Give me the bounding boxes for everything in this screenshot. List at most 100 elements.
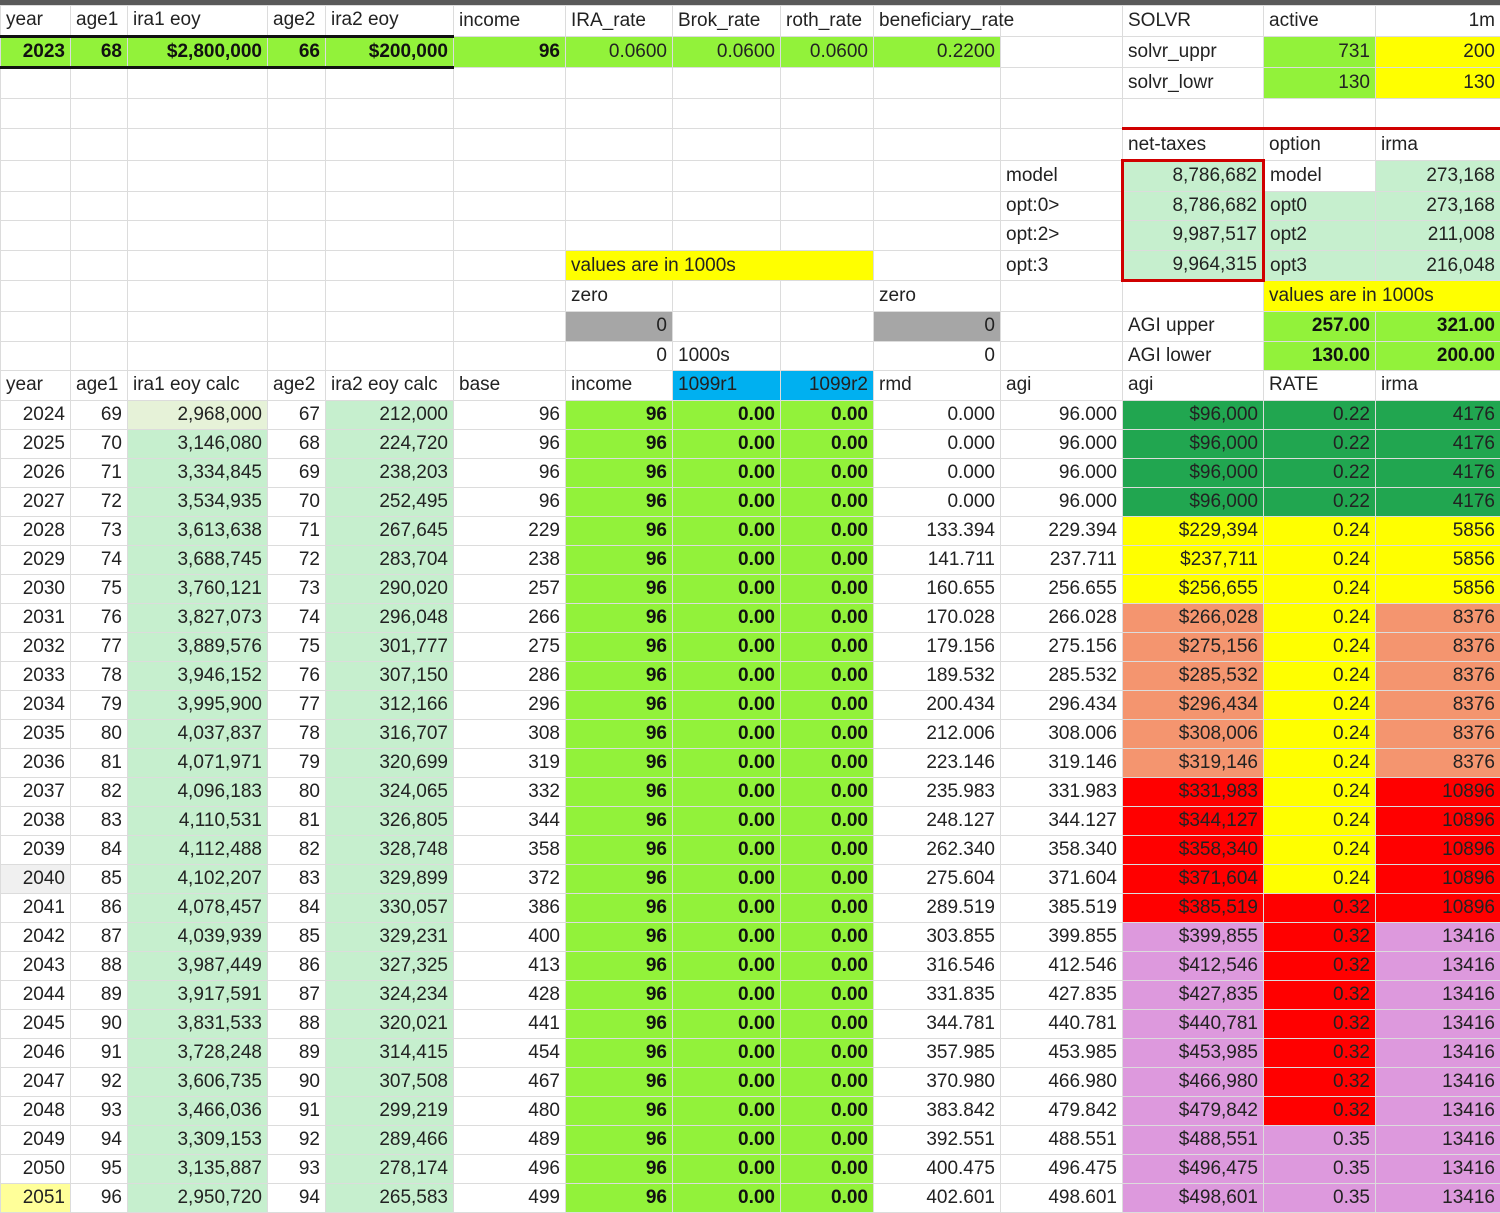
cell-irma[interactable]: 8376	[1376, 748, 1500, 777]
zero-label-a[interactable]: zero	[566, 281, 673, 312]
cell-irma[interactable]: 8376	[1376, 690, 1500, 719]
cell-age2[interactable]: 87	[268, 980, 326, 1009]
cell-1099r2[interactable]: 0.00	[781, 806, 874, 835]
cell-agi[interactable]: 412.546	[1001, 951, 1123, 980]
cell-base[interactable]: 480	[454, 1096, 566, 1125]
cell-header-beneficiary-rate[interactable]: beneficiary_rate	[874, 6, 1001, 37]
cell-age2[interactable]: 78	[268, 719, 326, 748]
cell-age2[interactable]: 85	[268, 922, 326, 951]
cell-ira1-eoy[interactable]: 4,078,457	[128, 893, 268, 922]
cell-rmd[interactable]: 189.532	[874, 661, 1001, 690]
agi-upper-label[interactable]: AGI upper	[1123, 311, 1264, 341]
option-net-taxes[interactable]: 9,987,517	[1123, 221, 1264, 251]
cell-ira2-eoy[interactable]: 267,645	[326, 516, 454, 545]
cell-age2[interactable]: 81	[268, 806, 326, 835]
cell-1099r2[interactable]: 0.00	[781, 1067, 874, 1096]
cell-rate[interactable]: 0.24	[1264, 777, 1376, 806]
cell-1099r2[interactable]: 0.00	[781, 864, 874, 893]
cell-irma[interactable]: 4176	[1376, 429, 1500, 458]
cell-rate[interactable]: 0.32	[1264, 1038, 1376, 1067]
cell-base[interactable]: 489	[454, 1125, 566, 1154]
cell-agi-dollars[interactable]: $319,146	[1123, 748, 1264, 777]
agi-upper-a[interactable]: 257.00	[1264, 311, 1376, 341]
cell-irma[interactable]: 10896	[1376, 864, 1500, 893]
cell-rmd[interactable]: 0.000	[874, 400, 1001, 429]
cell-1m-label[interactable]: 1m	[1376, 6, 1500, 37]
cell-ira2-eoy[interactable]: 290,020	[326, 574, 454, 603]
cell-age2[interactable]: 89	[268, 1038, 326, 1067]
agi-lower-a[interactable]: 130.00	[1264, 341, 1376, 371]
cell-rmd[interactable]: 400.475	[874, 1154, 1001, 1183]
cell-ira1-eoy[interactable]: 4,037,837	[128, 719, 268, 748]
cell-irma[interactable]: 13416	[1376, 1125, 1500, 1154]
cell-ira1-eoy[interactable]: 3,334,845	[128, 458, 268, 487]
cell-rmd[interactable]: 200.434	[874, 690, 1001, 719]
cell-ira2-eoy[interactable]: 307,508	[326, 1067, 454, 1096]
cell-agi-dollars[interactable]: $440,781	[1123, 1009, 1264, 1038]
cell-year[interactable]: 2029	[1, 545, 71, 574]
input-beneficiary-rate[interactable]: 0.2200	[874, 36, 1001, 68]
cell-year[interactable]: 2028	[1, 516, 71, 545]
cell-ira2-eoy[interactable]: 265,583	[326, 1183, 454, 1212]
cell-ira1-eoy[interactable]: 2,950,720	[128, 1183, 268, 1212]
note-values-in-1000s-b[interactable]: values are in 1000s	[1264, 281, 1500, 312]
cell-1099r1[interactable]: 0.00	[673, 922, 781, 951]
cell-1099r1[interactable]: 0.00	[673, 893, 781, 922]
cell-1099r1[interactable]: 0.00	[673, 1154, 781, 1183]
cell-agi[interactable]: 96.000	[1001, 458, 1123, 487]
cell-rmd[interactable]: 303.855	[874, 922, 1001, 951]
cell-1099r1[interactable]: 0.00	[673, 632, 781, 661]
col-header-income[interactable]: income	[566, 371, 673, 401]
cell-age1[interactable]: 73	[71, 516, 128, 545]
cell-year[interactable]: 2046	[1, 1038, 71, 1067]
option-label[interactable]: opt:2>	[1001, 221, 1123, 251]
cell-base[interactable]: 344	[454, 806, 566, 835]
cell-1099r2[interactable]: 0.00	[781, 1125, 874, 1154]
cell-empty[interactable]	[1001, 36, 1123, 68]
solvr-upper-active[interactable]: 731	[1264, 36, 1376, 68]
cell-year[interactable]: 2039	[1, 835, 71, 864]
cell-year[interactable]: 2049	[1, 1125, 71, 1154]
cell-income[interactable]: 96	[566, 1125, 673, 1154]
solvr-lower-1m[interactable]: 130	[1376, 68, 1500, 99]
cell-ira2-eoy[interactable]: 324,234	[326, 980, 454, 1009]
cell-agi-dollars[interactable]: $96,000	[1123, 487, 1264, 516]
cell-irma[interactable]: 10896	[1376, 806, 1500, 835]
cell-agi[interactable]: 229.394	[1001, 516, 1123, 545]
cell-1099r2[interactable]: 0.00	[781, 1183, 874, 1212]
cell-ira1-eoy[interactable]: 4,039,939	[128, 922, 268, 951]
cell-1099r1[interactable]: 0.00	[673, 1125, 781, 1154]
cell-1099r1[interactable]: 0.00	[673, 458, 781, 487]
cell-age1[interactable]: 95	[71, 1154, 128, 1183]
cell-agi[interactable]: 96.000	[1001, 487, 1123, 516]
col-header-base[interactable]: base	[454, 371, 566, 401]
cell-ira2-eoy[interactable]: 329,231	[326, 922, 454, 951]
cell-header-roth-rate[interactable]: roth_rate	[781, 6, 874, 37]
cell-agi[interactable]: 385.519	[1001, 893, 1123, 922]
cell-1099r1[interactable]: 0.00	[673, 719, 781, 748]
cell-year[interactable]: 2048	[1, 1096, 71, 1125]
cell-1099r2[interactable]: 0.00	[781, 690, 874, 719]
cell-base[interactable]: 296	[454, 690, 566, 719]
cell-ira2-eoy[interactable]: 327,325	[326, 951, 454, 980]
cell-age2[interactable]: 88	[268, 1009, 326, 1038]
cell-age2[interactable]: 72	[268, 545, 326, 574]
zero-label-b[interactable]: zero	[874, 281, 1001, 312]
cell-age1[interactable]: 79	[71, 690, 128, 719]
cell-agi[interactable]: 496.475	[1001, 1154, 1123, 1183]
cell-header-ira1[interactable]: ira1 eoy	[128, 6, 268, 37]
cell-1099r2[interactable]: 0.00	[781, 748, 874, 777]
col-header-1099r2[interactable]: 1099r2	[781, 371, 874, 401]
cell-ira2-eoy[interactable]: 320,699	[326, 748, 454, 777]
cell-ira1-eoy[interactable]: 3,309,153	[128, 1125, 268, 1154]
options-col-net-taxes[interactable]: net-taxes	[1123, 129, 1264, 161]
cell-age1[interactable]: 82	[71, 777, 128, 806]
solvr-lower-label[interactable]: solvr_lowr	[1123, 68, 1264, 99]
cell-base[interactable]: 467	[454, 1067, 566, 1096]
cell-rmd[interactable]: 235.983	[874, 777, 1001, 806]
cell-ira2-eoy[interactable]: 252,495	[326, 487, 454, 516]
cell-1099r2[interactable]: 0.00	[781, 487, 874, 516]
value-g12[interactable]: 0	[566, 341, 673, 371]
cell-1099r1[interactable]: 0.00	[673, 545, 781, 574]
cell-age1[interactable]: 88	[71, 951, 128, 980]
